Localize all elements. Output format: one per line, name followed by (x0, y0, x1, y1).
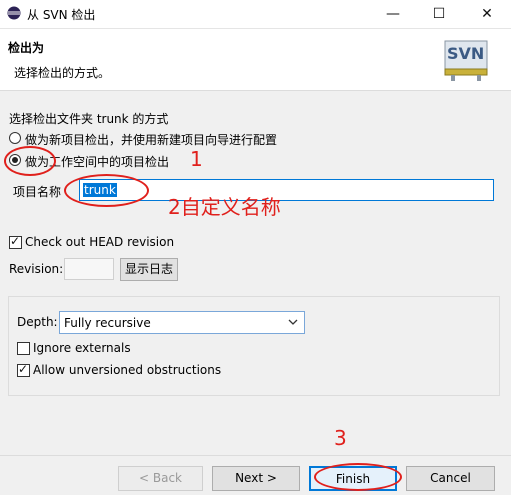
annotation-step1: 1 (190, 147, 203, 171)
svn-logo-icon: SVN (443, 39, 489, 83)
annotation-ring-3 (314, 463, 402, 491)
annotation-ring-1 (4, 146, 56, 176)
page-title: 检出为 (8, 41, 45, 55)
maximize-button[interactable]: ☐ (418, 0, 460, 28)
radio-new-project[interactable] (9, 132, 21, 144)
annotation-ring-2 (64, 174, 149, 207)
annotation-step2: 2自定义名称 (168, 195, 281, 219)
cancel-button[interactable]: Cancel (406, 466, 495, 491)
annotation-step3: 3 (334, 426, 347, 450)
window-title: 从 SVN 检出 (27, 8, 96, 22)
wizard-header: 检出为 选择检出的方式。 SVN (0, 29, 511, 91)
ignore-externals-checkbox[interactable] (17, 342, 30, 355)
ignore-externals-label[interactable]: Ignore externals (33, 341, 131, 355)
title-bar: 从 SVN 检出 — ☐ ✕ (0, 0, 511, 29)
depth-select[interactable]: Fully recursive (59, 311, 305, 334)
checkout-mode-heading: 选择检出文件夹 trunk 的方式 (9, 112, 169, 126)
chevron-down-icon (288, 319, 298, 325)
footer-divider (0, 455, 511, 456)
page-description: 选择检出的方式。 (14, 66, 111, 80)
allow-unversioned-checkbox[interactable] (17, 362, 30, 377)
revision-label: Revision: (9, 262, 64, 276)
svn-logo-text: SVN (447, 44, 485, 63)
project-name-label: 项目名称 (13, 185, 62, 199)
next-button[interactable]: Next > (212, 466, 300, 491)
eclipse-app-icon (7, 6, 21, 20)
revision-input[interactable] (64, 258, 114, 280)
depth-label: Depth: (17, 315, 58, 329)
radio-new-project-label[interactable]: 做为新项目检出，并使用新建项目向导进行配置 (25, 131, 277, 148)
allow-unversioned-label[interactable]: Allow unversioned obstructions (33, 363, 221, 377)
minimize-button[interactable]: — (372, 0, 414, 28)
depth-value: Fully recursive (64, 316, 151, 330)
show-log-button[interactable]: 显示日志 (120, 258, 178, 281)
head-revision-label[interactable]: Check out HEAD revision (25, 235, 174, 249)
back-button[interactable]: < Back (118, 466, 203, 491)
head-revision-checkbox[interactable] (9, 234, 22, 249)
close-button[interactable]: ✕ (466, 0, 508, 28)
